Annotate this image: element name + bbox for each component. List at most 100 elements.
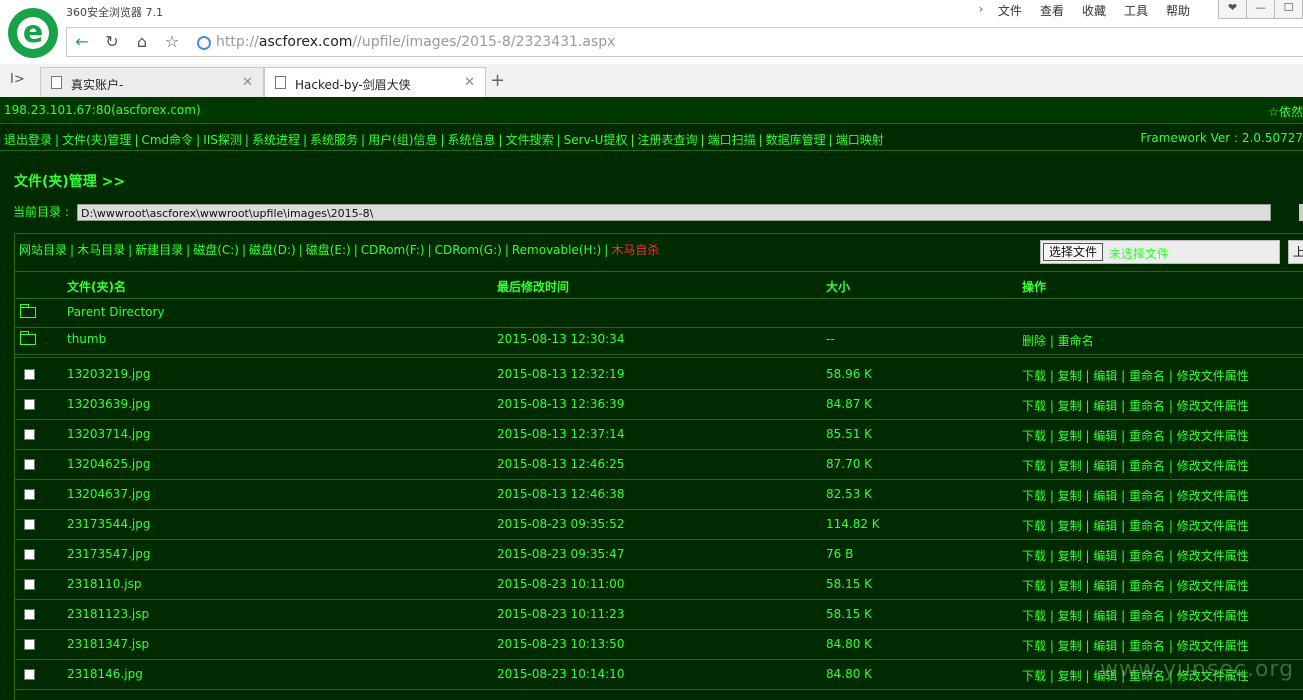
sidebar-toggle-icon[interactable]: I> xyxy=(10,72,25,87)
file-name[interactable]: 2318146.jpg xyxy=(67,667,143,681)
close-icon[interactable]: ✕ xyxy=(464,75,475,90)
file-name[interactable]: 2318110.jsp xyxy=(67,577,141,591)
choose-file-button[interactable]: 选择文件 xyxy=(1043,243,1104,261)
file-ops[interactable]: 下载 | 复制 | 编辑 | 重命名 | 修改文件属性 xyxy=(1022,487,1249,504)
parent-directory-row[interactable]: Parent Directory xyxy=(14,298,1303,328)
file-name[interactable]: 13204637.jpg xyxy=(67,487,150,501)
tool-link[interactable]: 端口映射 xyxy=(836,133,884,147)
folder-name[interactable]: thumb xyxy=(67,332,106,346)
drive-link[interactable]: 木马目录 xyxy=(77,243,125,257)
file-name[interactable]: 23181347.jsp xyxy=(67,637,149,651)
drive-link[interactable]: Removable(H:) xyxy=(512,243,601,257)
file-checkbox[interactable] xyxy=(24,519,35,530)
minimize-button[interactable]: — xyxy=(1246,0,1275,19)
home-icon[interactable]: ⌂ xyxy=(131,32,153,52)
refresh-icon[interactable]: ↻ xyxy=(101,32,123,52)
tab-hacked[interactable]: Hacked-by-剑眉大侠 ✕ xyxy=(264,67,486,99)
file-name[interactable]: 23173544.jpg xyxy=(67,517,150,531)
menu-view[interactable]: 查看 xyxy=(1031,2,1073,20)
file-ops[interactable]: 下载 | 复制 | 编辑 | 重命名 | 修改文件属性 xyxy=(1022,577,1249,594)
menu-file[interactable]: 文件 xyxy=(989,2,1031,20)
tool-link[interactable]: 系统进程 xyxy=(252,133,300,147)
file-row[interactable]: 13204625.jpg 2015-08-13 12:46:25 87.70 K 下载… xyxy=(14,450,1303,480)
file-ops[interactable]: 下载 | 复制 | 编辑 | 重命名 | 修改文件属性 xyxy=(1022,517,1249,534)
drive-link[interactable]: 磁盘(E:) xyxy=(306,243,351,257)
file-row[interactable]: 13203714.jpg 2015-08-13 12:37:14 85.51 K 下载… xyxy=(14,420,1303,450)
menu-favorites[interactable]: 收藏 xyxy=(1073,2,1115,20)
tool-link[interactable]: 文件(夹)管理 xyxy=(62,133,131,147)
file-name[interactable]: 13203219.jpg xyxy=(67,367,150,381)
drive-link[interactable]: CDRom(G:) xyxy=(435,243,502,257)
file-row[interactable]: 23181347.jsp 2015-08-23 10:13:50 84.80 K 下载… xyxy=(14,630,1303,660)
tool-link[interactable]: 注册表查询 xyxy=(638,133,698,147)
file-name[interactable]: 13203714.jpg xyxy=(67,427,150,441)
back-icon[interactable]: ← xyxy=(71,32,93,52)
file-ops[interactable]: 下载 | 复制 | 编辑 | 重命名 | 修改文件属性 xyxy=(1022,367,1249,384)
drive-link[interactable]: CDRom(F:) xyxy=(361,243,425,257)
file-ops[interactable]: 下载 | 复制 | 编辑 | 重命名 | 修改文件属性 xyxy=(1022,637,1249,654)
file-row[interactable]: 23181123.jsp 2015-08-23 10:11:23 58.15 K 下载… xyxy=(14,600,1303,630)
file-row[interactable]: 23173547.jpg 2015-08-23 09:35:47 76 B 下载 | … xyxy=(14,540,1303,570)
tool-link[interactable]: 用户(组)信息 xyxy=(368,133,437,147)
menu-tools[interactable]: 工具 xyxy=(1115,2,1157,20)
file-name[interactable]: 13204625.jpg xyxy=(67,457,150,471)
file-row[interactable]: 13204637.jpg 2015-08-13 12:46:38 82.53 K 下载… xyxy=(14,480,1303,510)
file-checkbox[interactable] xyxy=(24,369,35,380)
tool-link[interactable]: 数据库管理 xyxy=(766,133,826,147)
file-ops[interactable]: 下载 | 复制 | 编辑 | 重命名 | 修改文件属性 xyxy=(1022,397,1249,414)
file-checkbox[interactable] xyxy=(24,429,35,440)
drive-link[interactable]: 磁盘(D:) xyxy=(249,243,296,257)
file-checkbox[interactable] xyxy=(24,459,35,470)
tool-link[interactable]: 端口扫描 xyxy=(708,133,756,147)
file-name[interactable]: 23181123.jsp xyxy=(67,607,149,621)
tab-real-account[interactable]: 真实账户- ✕ xyxy=(40,67,264,98)
maximize-button[interactable]: ☐ xyxy=(1274,0,1303,19)
file-checkbox[interactable] xyxy=(24,549,35,560)
file-checkbox[interactable] xyxy=(24,609,35,620)
folder-row[interactable]: thumb 2015-08-13 12:30:34 -- 删除 | 重命名 xyxy=(14,325,1303,354)
parent-directory-link[interactable]: Parent Directory xyxy=(67,305,165,319)
file-ops[interactable]: 下载 | 复制 | 编辑 | 重命名 | 修改文件属性 xyxy=(1022,427,1249,444)
menu-chevron-icon[interactable]: › xyxy=(973,2,989,20)
file-ops[interactable]: 下载 | 复制 | 编辑 | 重命名 | 修改文件属性 xyxy=(1022,547,1249,564)
menu-help[interactable]: 帮助 xyxy=(1157,2,1199,20)
file-checkbox[interactable] xyxy=(24,639,35,650)
tool-link[interactable]: IIS探测 xyxy=(203,133,242,147)
separator: | xyxy=(504,243,509,257)
tool-link[interactable]: 系统服务 xyxy=(310,133,358,147)
folder-ops[interactable]: 删除 | 重命名 xyxy=(1022,332,1094,349)
url-scheme: http:// xyxy=(216,34,259,50)
file-checkbox[interactable] xyxy=(24,399,35,410)
address-bar[interactable]: http://ascforex.com//upfile/images/2015-… xyxy=(216,30,615,54)
star-icon[interactable]: ☆ xyxy=(161,32,183,52)
file-row[interactable]: 13203219.jpg 2015-08-13 12:32:19 58.96 K 下载… xyxy=(14,360,1303,390)
tool-link[interactable]: 系统信息 xyxy=(448,133,496,147)
file-row[interactable]: 2318110.jsp 2015-08-23 10:11:00 58.15 K 下载 … xyxy=(14,570,1303,600)
file-ops[interactable]: 下载 | 复制 | 编辑 | 重命名 | 修改文件属性 xyxy=(1022,607,1249,624)
self-destruct-link[interactable]: 木马自杀 xyxy=(611,243,659,257)
host-bar: 198.23.101.67:80(ascforex.com) ☆依然 xyxy=(0,97,1303,124)
file-name[interactable]: 23173547.jpg xyxy=(67,547,150,561)
file-row[interactable]: 13203639.jpg 2015-08-13 12:36:39 84.87 K 下载… xyxy=(14,390,1303,420)
drive-link[interactable]: 网站目录 xyxy=(19,243,67,257)
drive-link[interactable]: 磁盘(C:) xyxy=(193,243,239,257)
file-checkbox[interactable] xyxy=(24,669,35,680)
browser-logo-icon: e xyxy=(8,8,58,58)
new-tab-icon[interactable]: + xyxy=(490,70,505,91)
skin-icon[interactable]: ❤ xyxy=(1218,0,1247,19)
go-button[interactable] xyxy=(1299,204,1303,221)
file-ops[interactable]: 下载 | 复制 | 编辑 | 重命名 | 修改文件属性 xyxy=(1022,457,1249,474)
upload-button[interactable]: 上 xyxy=(1288,240,1303,264)
file-checkbox[interactable] xyxy=(24,579,35,590)
file-row[interactable]: 23173544.jpg 2015-08-23 09:35:52 114.82 K 下… xyxy=(14,510,1303,540)
tool-link[interactable]: Serv-U提权 xyxy=(564,133,628,147)
file-checkbox[interactable] xyxy=(24,489,35,500)
tool-link[interactable]: Cmd命令 xyxy=(141,133,193,147)
close-icon[interactable]: ✕ xyxy=(242,75,253,90)
current-dir-input[interactable]: D:\wwwroot\ascforex\wwwroot\upfile\image… xyxy=(77,204,1271,221)
tool-link[interactable]: 退出登录 xyxy=(4,133,52,147)
drive-link[interactable]: 新建目录 xyxy=(135,243,183,257)
separator: | xyxy=(353,243,358,257)
tool-link[interactable]: 文件搜索 xyxy=(506,133,554,147)
file-name[interactable]: 13203639.jpg xyxy=(67,397,150,411)
